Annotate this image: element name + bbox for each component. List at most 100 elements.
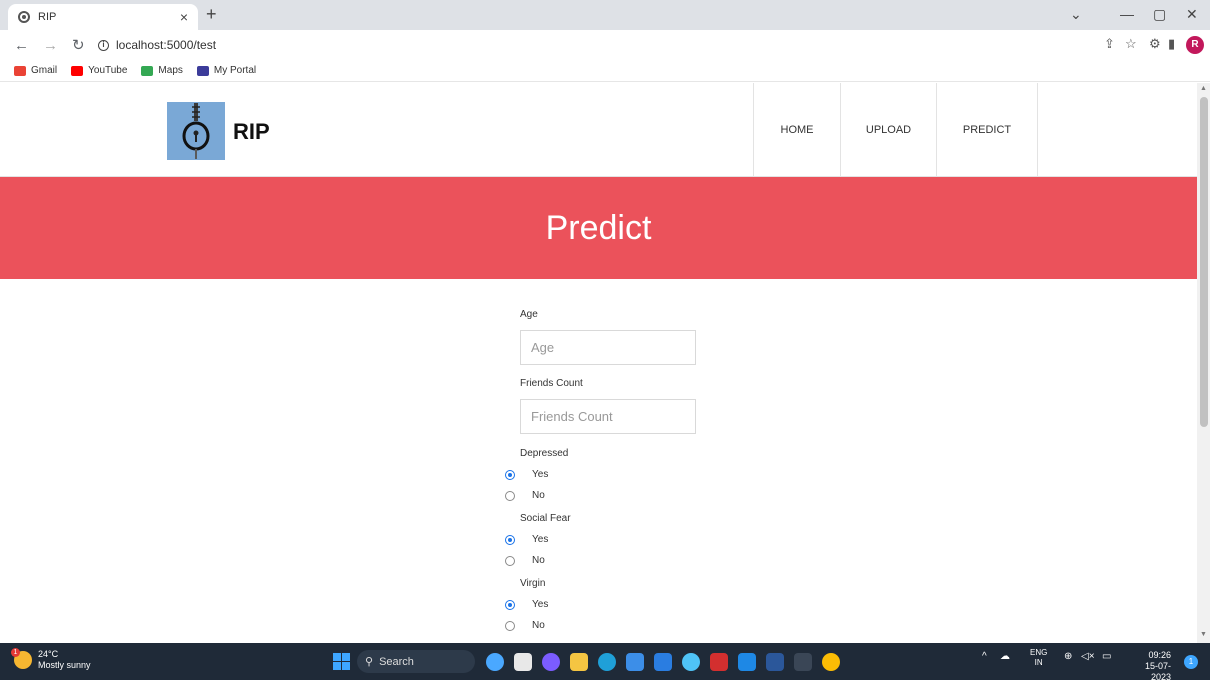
weather-temp: 24°C xyxy=(38,649,59,659)
restore-button[interactable]: ▢ xyxy=(1153,6,1166,23)
site-logo[interactable] xyxy=(167,102,225,160)
bing-icon[interactable] xyxy=(486,653,504,671)
nav-divider xyxy=(1037,83,1038,177)
tab-title: RIP xyxy=(38,11,57,23)
tray-overflow-icon[interactable]: ^ xyxy=(982,651,987,662)
taskbar-search[interactable]: ⚲ Search xyxy=(357,650,475,673)
tab-close-icon[interactable]: × xyxy=(180,9,188,25)
search-label: Search xyxy=(379,655,414,668)
reload-icon[interactable]: ↻ xyxy=(72,36,85,54)
chrome-icon[interactable] xyxy=(822,653,840,671)
bookmarks-bar: Gmail YouTube Maps My Portal xyxy=(0,60,1210,82)
cloud-icon[interactable]: ☁ xyxy=(1000,651,1010,662)
forward-icon[interactable]: → xyxy=(43,37,58,54)
social-fear-no-option[interactable]: No xyxy=(505,555,545,566)
url-text: localhost:5000/test xyxy=(116,38,217,52)
option-label: Yes xyxy=(532,599,549,610)
social-fear-no-radio[interactable] xyxy=(505,555,515,566)
share-icon[interactable]: ⇪ xyxy=(1104,36,1115,52)
social-fear-yes-radio[interactable] xyxy=(505,534,515,545)
bookmark-my-portal[interactable]: My Portal xyxy=(196,65,256,76)
option-label: No xyxy=(532,620,545,631)
depressed-label: Depressed xyxy=(520,448,569,459)
youtube-icon xyxy=(71,65,84,76)
search-icon: ⚲ xyxy=(365,656,374,668)
python-icon[interactable] xyxy=(682,653,700,671)
bookmark-youtube[interactable]: YouTube xyxy=(71,65,127,76)
nav-home[interactable]: HOME xyxy=(753,83,840,177)
page-scrollbar[interactable]: ▲ ▼ xyxy=(1197,83,1210,643)
friends-count-label: Friends Count xyxy=(520,378,583,389)
virgin-label: Virgin xyxy=(520,578,546,589)
address-bar[interactable]: i localhost:5000/test xyxy=(92,33,1092,57)
gmail-icon xyxy=(14,65,26,76)
option-label: No xyxy=(532,555,545,566)
globe-icon xyxy=(18,11,30,23)
weather-desc: Mostly sunny xyxy=(38,660,91,670)
minimize-button[interactable]: — xyxy=(1120,6,1134,22)
virgin-no-radio[interactable] xyxy=(505,620,515,631)
word-icon[interactable] xyxy=(766,653,784,671)
network-icon[interactable]: ⊕ xyxy=(1064,651,1072,662)
tab-list-icon[interactable]: ⌄ xyxy=(1070,6,1082,23)
notification-badge[interactable]: 1 xyxy=(1184,655,1198,669)
noose-icon xyxy=(182,103,210,159)
system-clock[interactable]: 09:26 15-07-2023 xyxy=(1125,650,1171,680)
profile-avatar[interactable]: R xyxy=(1186,36,1204,54)
new-tab-button[interactable]: + xyxy=(206,4,217,25)
edge-icon[interactable] xyxy=(598,653,616,671)
store-icon[interactable] xyxy=(626,653,644,671)
windows-start-icon[interactable] xyxy=(333,653,350,670)
social-fear-yes-option[interactable]: Yes xyxy=(505,534,548,545)
maps-icon xyxy=(141,65,154,76)
virgin-yes-option[interactable]: Yes xyxy=(505,599,548,610)
scroll-up-icon[interactable]: ▲ xyxy=(1200,85,1207,92)
close-window-button[interactable]: ✕ xyxy=(1186,6,1198,23)
browser-tab[interactable]: RIP × xyxy=(8,4,198,30)
mcafee-icon[interactable] xyxy=(710,653,728,671)
depressed-no-option[interactable]: No xyxy=(505,490,545,501)
volume-muted-icon[interactable]: ◁× xyxy=(1081,651,1095,662)
site-header: RIP HOME UPLOAD PREDICT xyxy=(0,83,1197,177)
depressed-yes-radio[interactable] xyxy=(505,469,515,480)
depressed-yes-option[interactable]: Yes xyxy=(505,469,548,480)
browser-toolbar: ← → ↻ i localhost:5000/test ⇪ ☆ ⚙ ▮ R xyxy=(0,30,1210,60)
age-input[interactable] xyxy=(520,330,696,365)
site-nav: HOME UPLOAD PREDICT xyxy=(753,83,1038,177)
chat-icon[interactable] xyxy=(542,653,560,671)
scrollbar-thumb[interactable] xyxy=(1200,97,1208,427)
bookmark-star-icon[interactable]: ☆ xyxy=(1125,36,1137,52)
nav-predict[interactable]: PREDICT xyxy=(936,83,1037,177)
weather-badge: 1 xyxy=(11,648,20,657)
extensions-icon[interactable]: ⚙ xyxy=(1149,36,1161,52)
bookmark-maps[interactable]: Maps xyxy=(141,65,183,76)
virgin-no-option[interactable]: No xyxy=(505,620,545,631)
language-indicator[interactable]: ENG IN xyxy=(1030,648,1047,668)
page-viewport: RIP HOME UPLOAD PREDICT Predict Age Frie… xyxy=(0,83,1197,643)
back-icon[interactable]: ← xyxy=(14,37,29,54)
skype-icon[interactable] xyxy=(738,653,756,671)
friends-count-input[interactable] xyxy=(520,399,696,434)
windows-taskbar: 1 24°C Mostly sunny ⚲ Search ^ ☁ ENG IN … xyxy=(0,643,1210,680)
nav-upload[interactable]: UPLOAD xyxy=(840,83,936,177)
scroll-down-icon[interactable]: ▼ xyxy=(1200,631,1207,638)
portal-icon xyxy=(196,65,209,76)
mail-icon[interactable] xyxy=(654,653,672,671)
option-label: Yes xyxy=(532,534,549,545)
virgin-yes-radio[interactable] xyxy=(505,599,515,610)
hero-banner: Predict xyxy=(0,177,1197,279)
bookmark-gmail[interactable]: Gmail xyxy=(14,65,57,76)
age-label: Age xyxy=(520,309,538,320)
battery-icon[interactable]: ▭ xyxy=(1102,651,1111,662)
clock-date: 15-07-2023 xyxy=(1144,661,1171,680)
browser-tab-bar: RIP × + ⌄ — ▢ ✕ xyxy=(0,0,1210,30)
site-info-icon[interactable]: i xyxy=(98,39,109,51)
weather-widget[interactable]: 1 24°C Mostly sunny xyxy=(11,648,91,671)
depressed-no-radio[interactable] xyxy=(505,490,515,501)
side-panel-icon[interactable]: ▮ xyxy=(1168,36,1175,52)
site-brand[interactable]: RIP xyxy=(233,119,270,145)
clock-time: 09:26 xyxy=(1148,650,1171,660)
terminal-icon[interactable] xyxy=(794,653,812,671)
file-explorer-icon[interactable] xyxy=(570,653,588,671)
task-view-icon[interactable] xyxy=(514,653,532,671)
